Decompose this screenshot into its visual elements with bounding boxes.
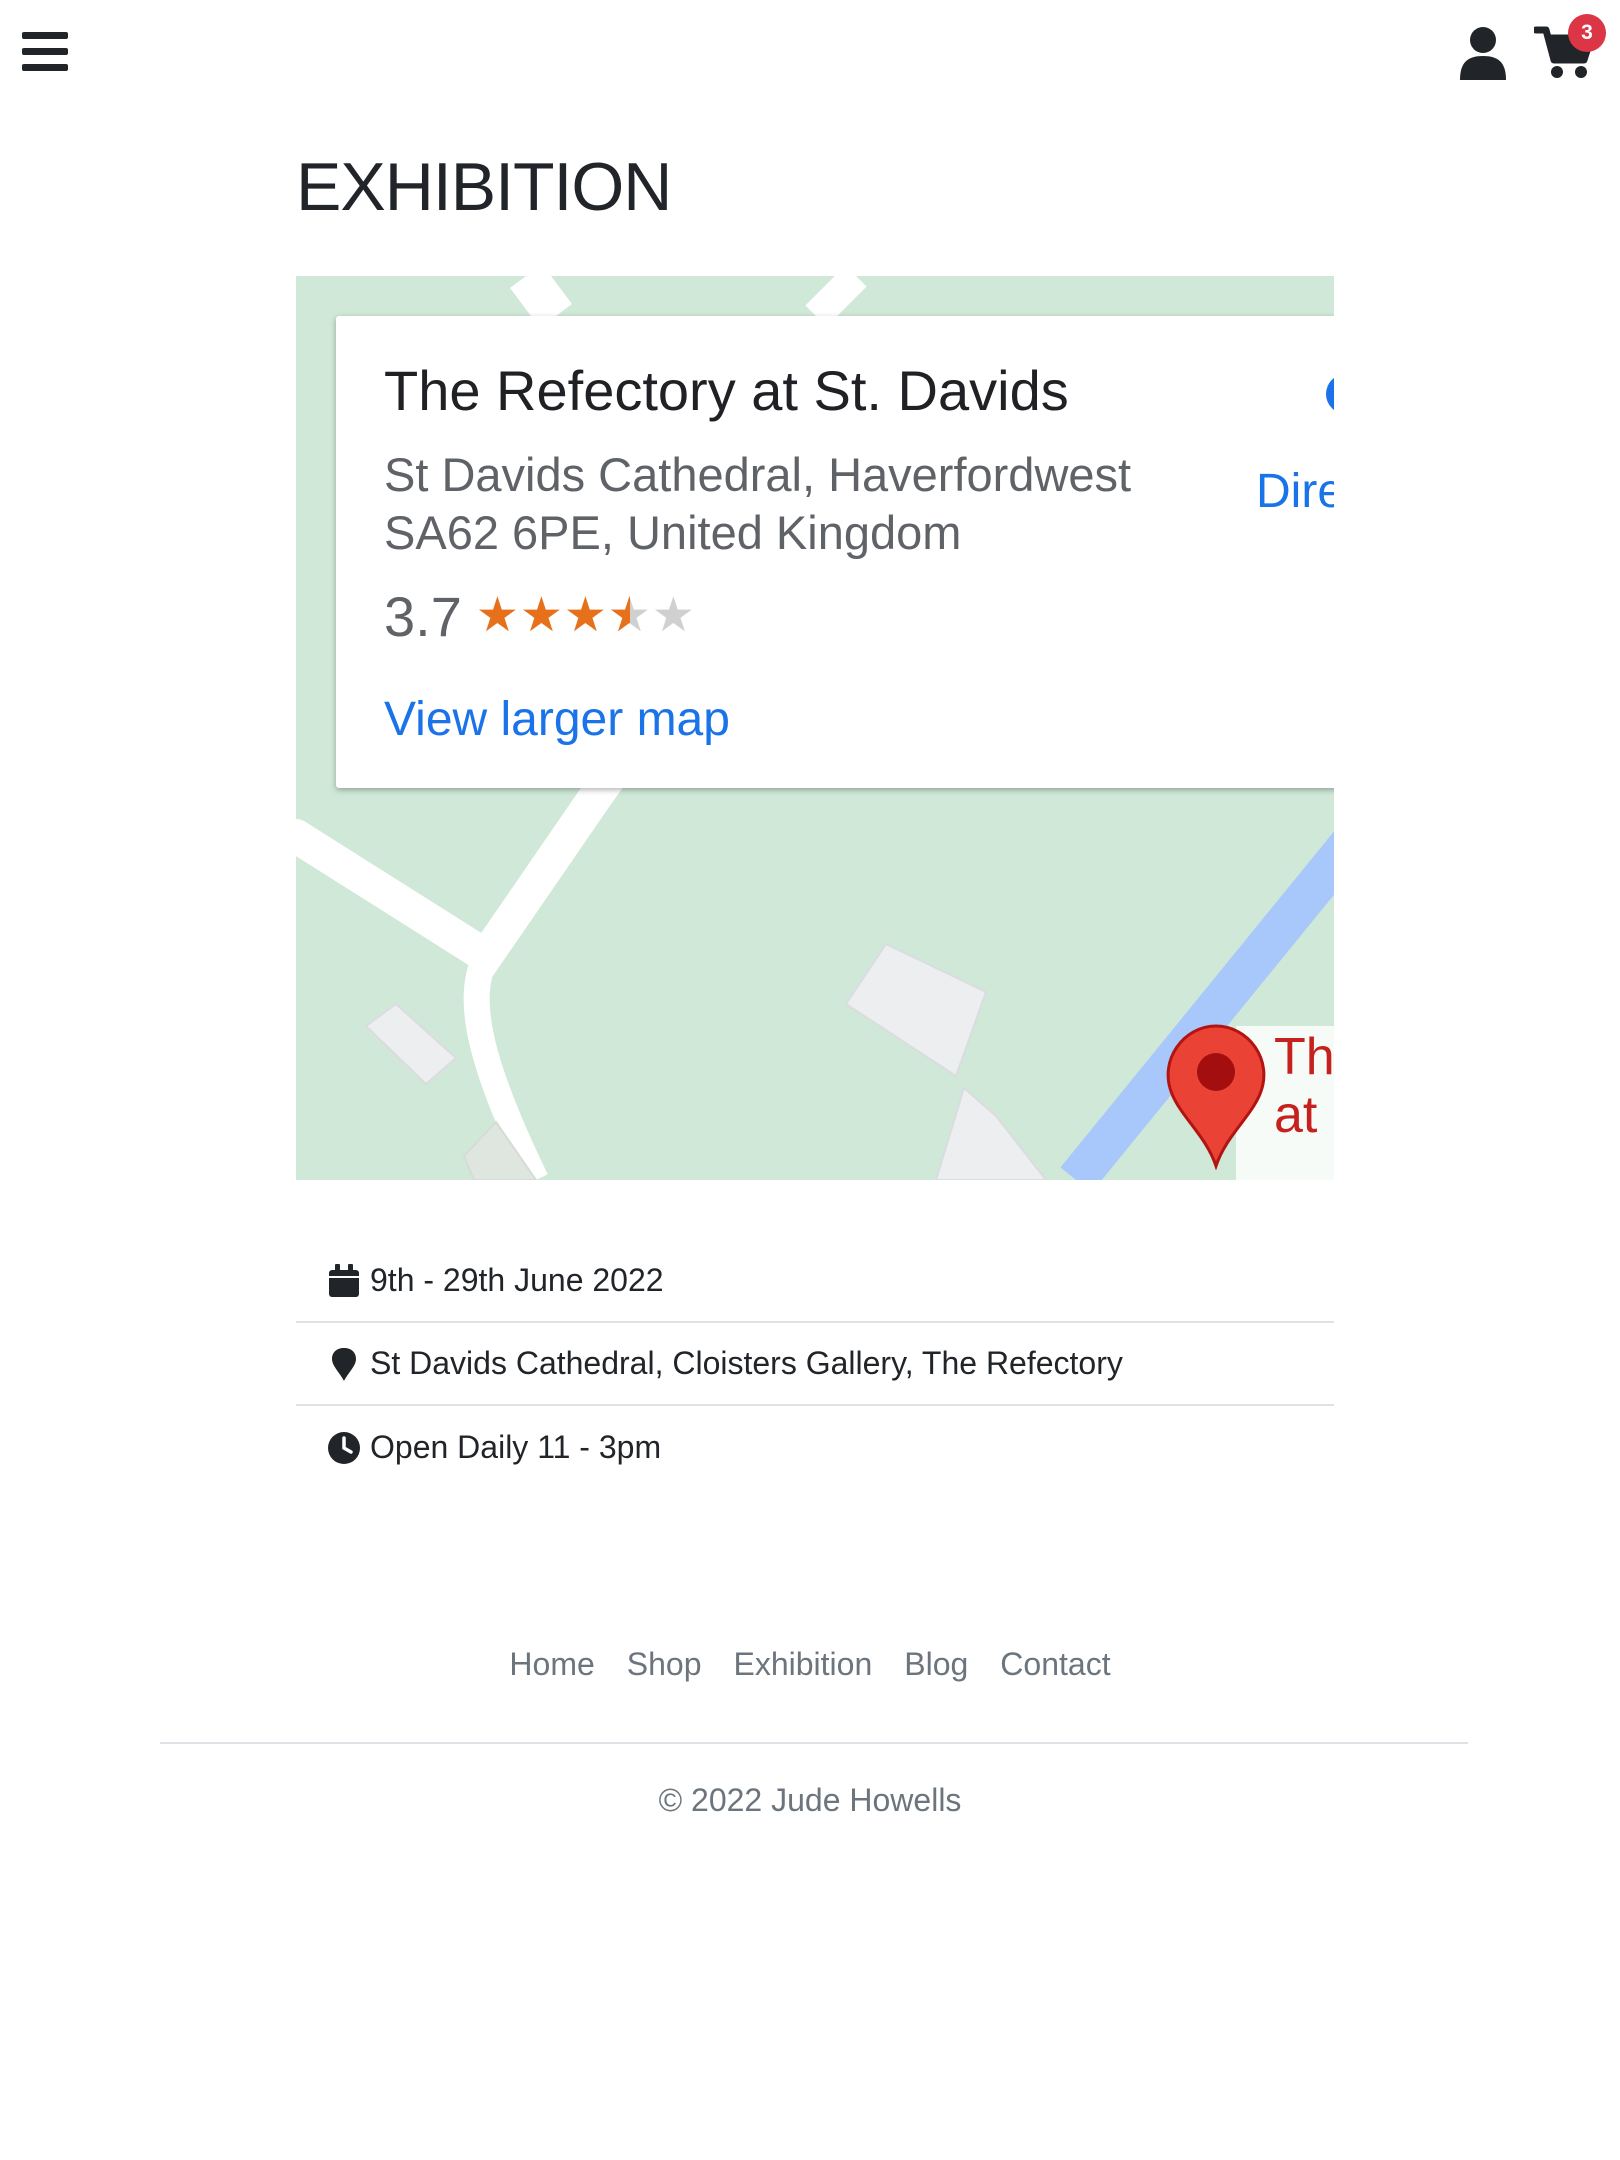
footer-link-blog[interactable]: Blog bbox=[888, 1646, 984, 1683]
rating-star-icon: ★ bbox=[519, 589, 563, 642]
footer-link-shop[interactable]: Shop bbox=[611, 1646, 718, 1683]
copyright-text: © 2022 Jude Howells bbox=[658, 1782, 962, 1818]
map-pin-label: Th at bbox=[1274, 1028, 1334, 1144]
directions-icon[interactable] bbox=[1326, 374, 1334, 414]
list-item: St Davids Cathedral, Cloisters Gallery, … bbox=[296, 1323, 1334, 1406]
page-title: EXHIBITION bbox=[296, 149, 672, 225]
user-icon[interactable] bbox=[1458, 26, 1508, 80]
map-pin-label-line-1: Th bbox=[1274, 1028, 1334, 1086]
star-rating: ★ ★ ★ ★ ★ bbox=[475, 589, 696, 642]
list-item: Open Daily 11 - 3pm bbox=[296, 1406, 1334, 1489]
exhibition-dates: 9th - 29th June 2022 bbox=[370, 1262, 664, 1298]
hamburger-menu-icon[interactable] bbox=[22, 32, 68, 72]
place-name: The Refectory at St. Davids bbox=[384, 359, 1069, 422]
rating-star-icon: ★ bbox=[651, 589, 695, 642]
footer-link-exhibition[interactable]: Exhibition bbox=[718, 1646, 889, 1683]
exhibition-details-list: 9th - 29th June 2022 St Davids Cathedral… bbox=[296, 1240, 1334, 1489]
footer-link-contact[interactable]: Contact bbox=[984, 1646, 1126, 1683]
footer-nav: Home Shop Exhibition Blog Contact bbox=[0, 1646, 1620, 1683]
map-marker-icon bbox=[326, 1346, 362, 1382]
map-pin-icon[interactable] bbox=[1162, 1020, 1270, 1170]
footer-link-home[interactable]: Home bbox=[493, 1646, 610, 1683]
map-pin-label-line-2: at bbox=[1274, 1086, 1318, 1144]
rating-star-icon: ★ bbox=[608, 592, 652, 641]
directions-link[interactable]: Dire bbox=[1256, 464, 1334, 519]
view-larger-map-link[interactable]: View larger map bbox=[384, 692, 730, 747]
clock-icon bbox=[326, 1430, 362, 1466]
calendar-icon bbox=[326, 1263, 362, 1299]
rating-star-icon: ★ bbox=[475, 589, 519, 642]
address-line-1: St Davids Cathedral, Haverfordwest bbox=[384, 448, 1132, 501]
rating-value: 3.7 bbox=[384, 584, 462, 648]
address-line-2: SA62 6PE, United Kingdom bbox=[384, 506, 962, 559]
top-navbar: 3 bbox=[0, 0, 1620, 110]
place-info-card: The Refectory at St. Davids St Davids Ca… bbox=[336, 316, 1334, 788]
footer-divider bbox=[160, 1742, 1468, 1744]
list-item: 9th - 29th June 2022 bbox=[296, 1240, 1334, 1323]
opening-hours: Open Daily 11 - 3pm bbox=[370, 1429, 662, 1465]
rating-row: 3.7 ★ ★ ★ ★ ★ bbox=[384, 584, 696, 648]
embedded-map[interactable]: The Refectory at St. Davids St Davids Ca… bbox=[296, 276, 1334, 1180]
rating-star-icon: ★ bbox=[563, 589, 607, 642]
exhibition-location: St Davids Cathedral, Cloisters Gallery, … bbox=[370, 1345, 1123, 1381]
cart-count-badge: 3 bbox=[1568, 14, 1606, 52]
place-address: St Davids Cathedral, Haverfordwest SA62 … bbox=[384, 446, 1204, 562]
